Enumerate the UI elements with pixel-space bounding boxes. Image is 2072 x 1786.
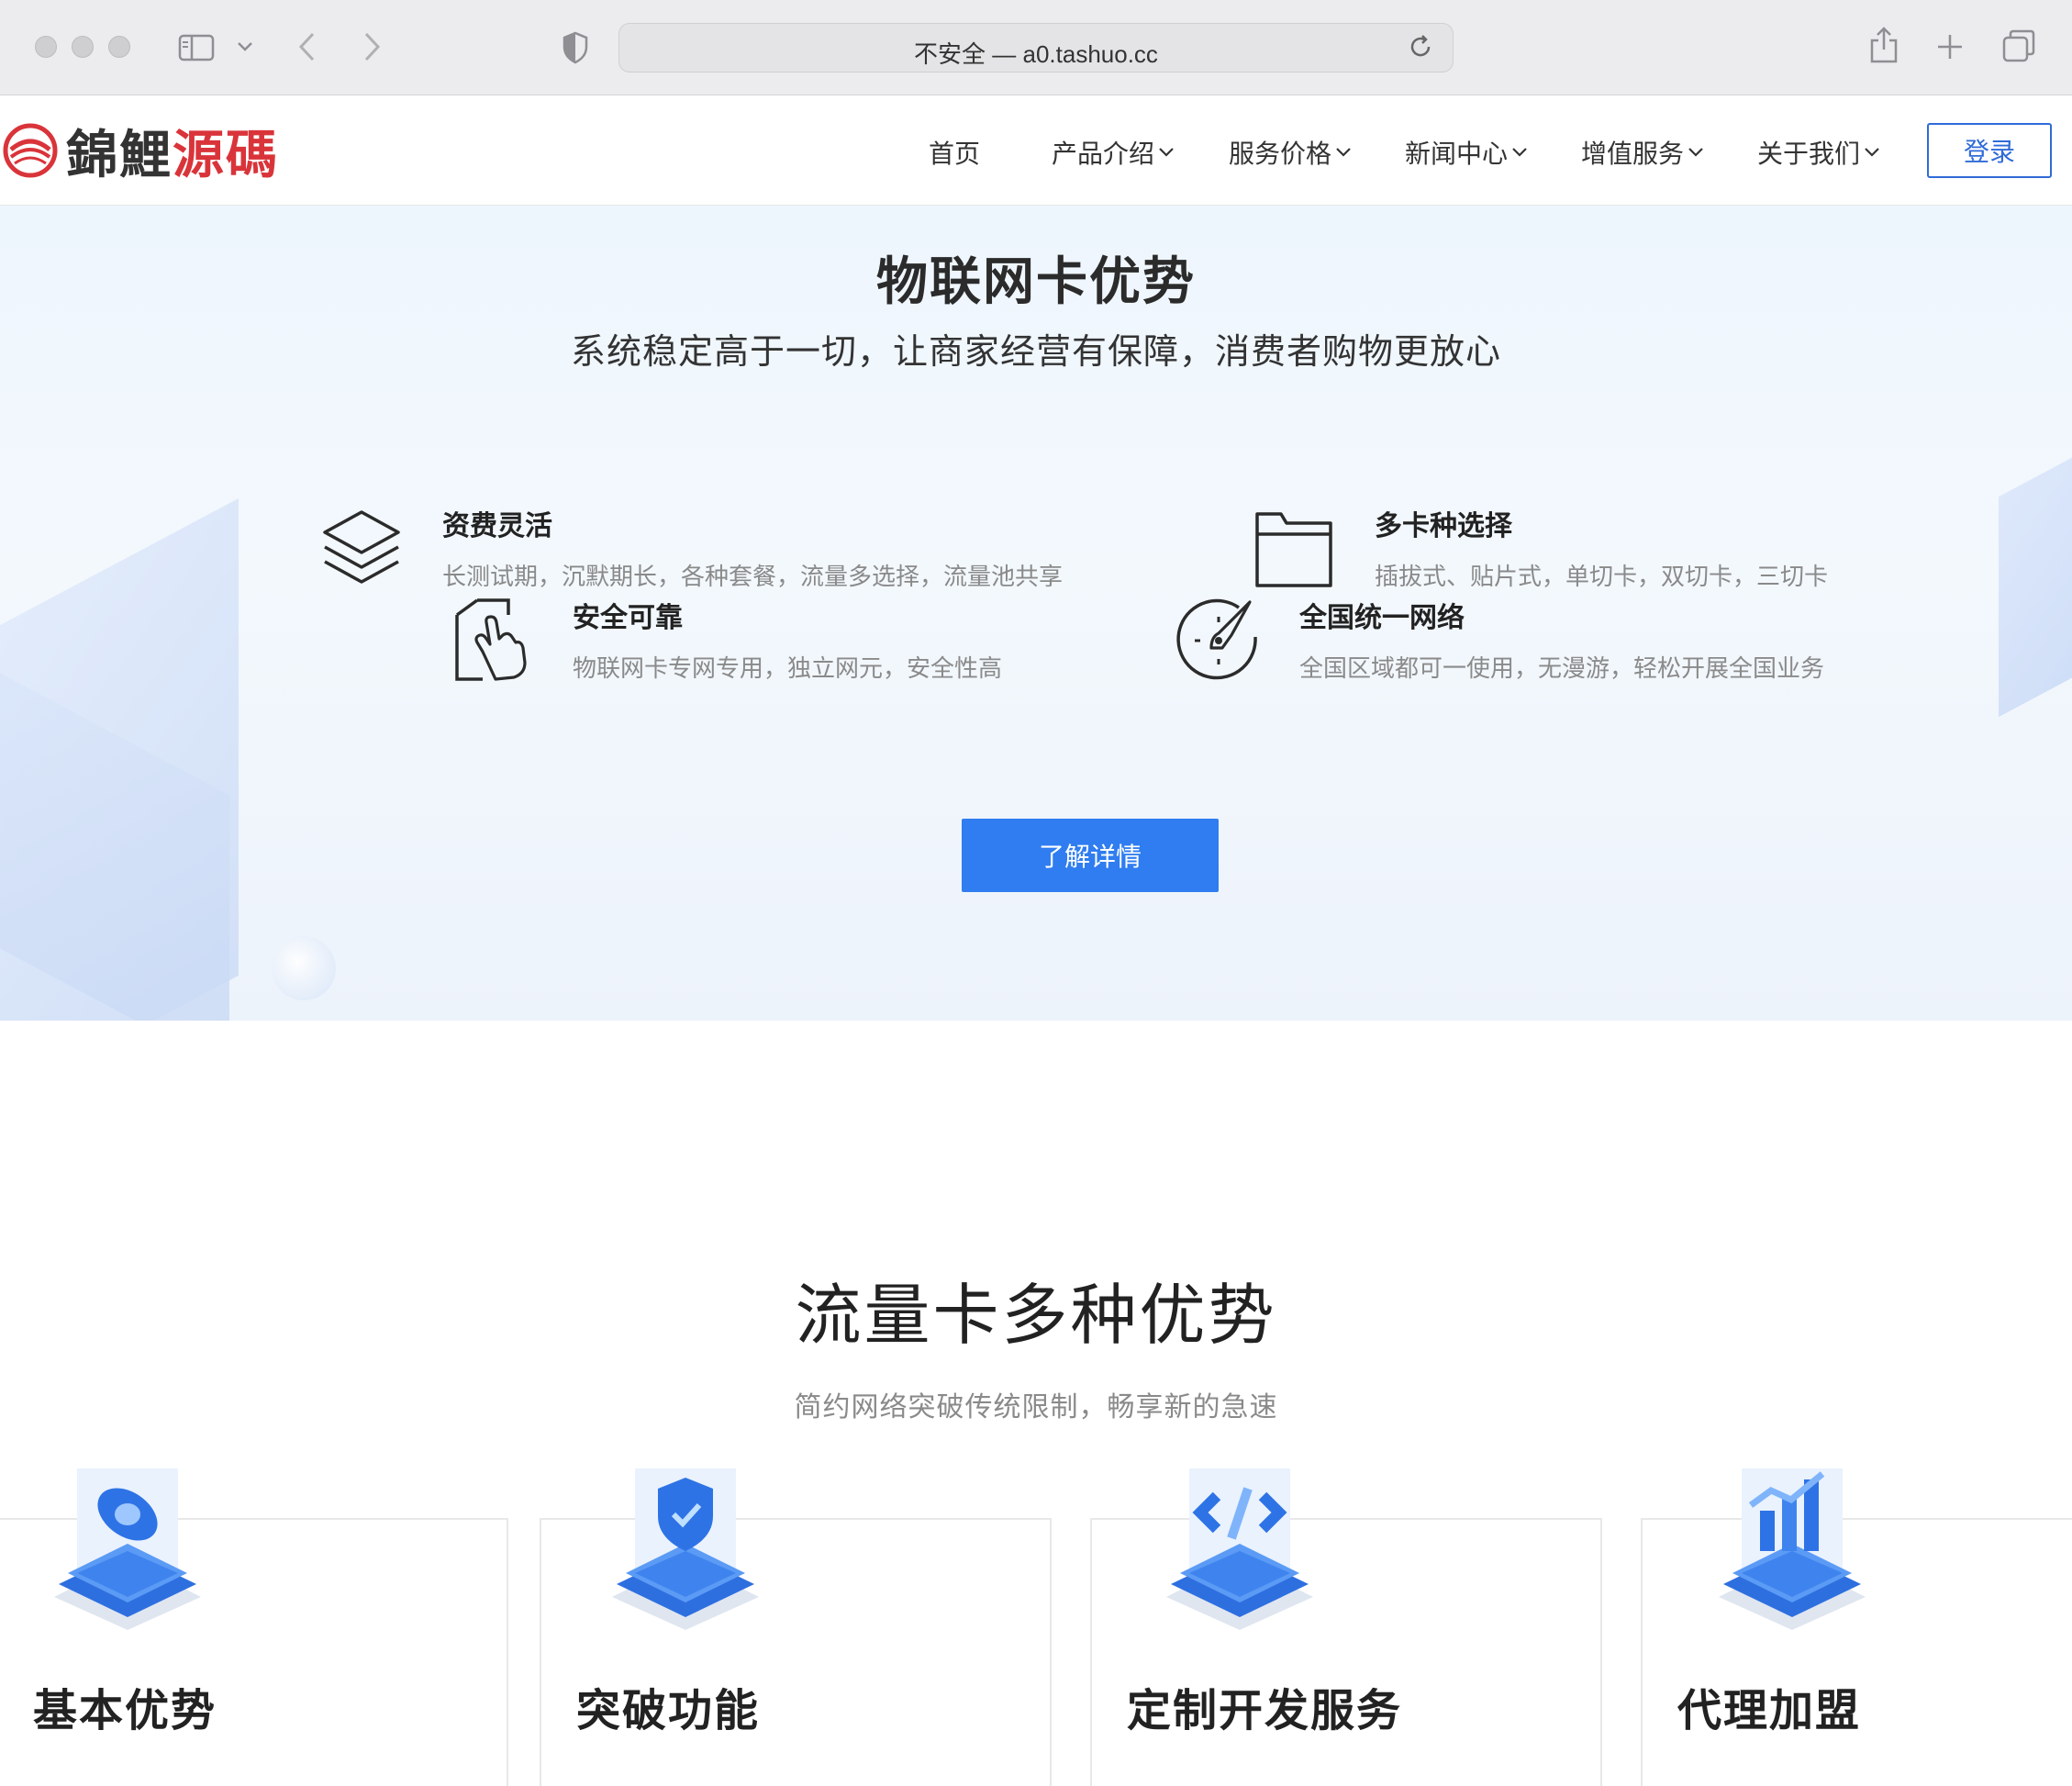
hero-section: 物联网卡优势 系统稳定高于一切，让商家经营有保障，消费者购物更放心 资费灵活 长… [0,206,2072,1021]
hero-decoration [272,936,336,1000]
section-subtitle: 简约网络突破传统限制，畅享新的急速 [794,1392,1278,1423]
koi-logo-icon [3,123,58,178]
reload-icon[interactable] [1407,33,1434,61]
hero-decoration [1999,428,2072,718]
nav-item-label: 服务价格 [1229,140,1332,168]
code-cube-icon [1166,1468,1313,1630]
shield-cube-icon [612,1468,759,1630]
chevron-down-icon [1512,148,1527,157]
card-title: 代理加盟 [1677,1687,1862,1736]
layers-icon [323,510,400,584]
eye-cube-icon [54,1468,201,1630]
nav-item-news[interactable]: 新闻中心 [1405,134,1528,171]
site-logo[interactable]: 錦鯉源碼 [2,116,279,185]
nav-item-home[interactable]: 首页 [929,134,980,171]
nav-item-about[interactable]: 关于我们 [1757,134,1880,171]
hero-title: 物联网卡优势 [876,252,1196,310]
nav-item-value-added[interactable]: 增值服务 [1581,134,1704,171]
feature-title: 安全可靠 [573,603,683,633]
section-title: 流量卡多种优势 [795,1279,1277,1353]
minimize-window-button[interactable] [72,36,94,58]
hero-subtitle: 系统稳定高于一切，让商家经营有保障，消费者购物更放心 [570,333,1501,372]
chart-cube-icon [1719,1468,1866,1630]
logo-text-part2: 源碼 [173,124,279,185]
nav-item-label: 首页 [929,140,981,168]
close-window-button[interactable] [35,36,57,58]
feature-desc: 长测试期，沉默期长，各种套餐，流量多选择，流量池共享 [442,563,1064,590]
logo-text-part1: 錦鯉 [66,124,173,185]
nav-item-pricing[interactable]: 服务价格 [1229,134,1352,171]
feature-desc: 插拔式、贴片式，单切卡，双切卡，三切卡 [1375,563,1829,590]
tabs-icon[interactable] [2002,29,2035,62]
zoom-window-button[interactable] [108,36,130,58]
chevron-down-icon[interactable] [237,40,253,53]
shield-icon[interactable] [562,31,589,64]
chevron-down-icon [1865,148,1879,157]
nav-item-label: 增值服务 [1581,140,1685,168]
feature-desc: 全国区域都可一使用，无漫游，轻松开展全国业务 [1299,654,1825,682]
nav-item-label: 关于我们 [1757,140,1861,168]
nav-item-label: 产品介绍 [1052,140,1155,168]
chevron-down-icon [1688,148,1703,157]
site-header: 錦鯉源碼 首页 产品介绍 服务价格 新闻中心 增值服务 关于我们 登录 [0,95,2072,206]
touch-icon [455,598,527,681]
login-button[interactable]: 登录 [1927,123,2052,178]
plus-icon[interactable] [1936,33,1964,61]
feature-title: 全国统一网络 [1299,603,1465,633]
compass-icon [1176,598,1257,680]
card-title: 定制开发服务 [1127,1687,1403,1736]
chevron-down-icon [1159,148,1174,157]
feature-desc: 物联网卡专网专用，独立网元，安全性高 [573,654,1003,682]
feature-title: 多卡种选择 [1375,511,1512,541]
address-bar[interactable]: 不安全 — a0.tashuo.cc [618,23,1454,73]
share-icon[interactable] [1868,26,1899,64]
sidebar-icon[interactable] [178,33,215,62]
chevron-down-icon [1336,148,1351,157]
nav-item-products[interactable]: 产品介绍 [1052,134,1175,171]
forward-icon[interactable] [362,31,382,62]
folder-icon [1255,512,1332,587]
card-title: 基本优势 [33,1687,217,1736]
feature-title: 资费灵活 [442,511,552,541]
address-text: 不安全 — a0.tashuo.cc [914,40,1158,68]
learn-more-button[interactable]: 了解详情 [962,819,1219,892]
browser-toolbar: 不安全 — a0.tashuo.cc [0,0,2072,95]
nav-item-label: 新闻中心 [1405,140,1509,168]
back-icon[interactable] [297,31,317,62]
card-title: 突破功能 [576,1687,761,1736]
